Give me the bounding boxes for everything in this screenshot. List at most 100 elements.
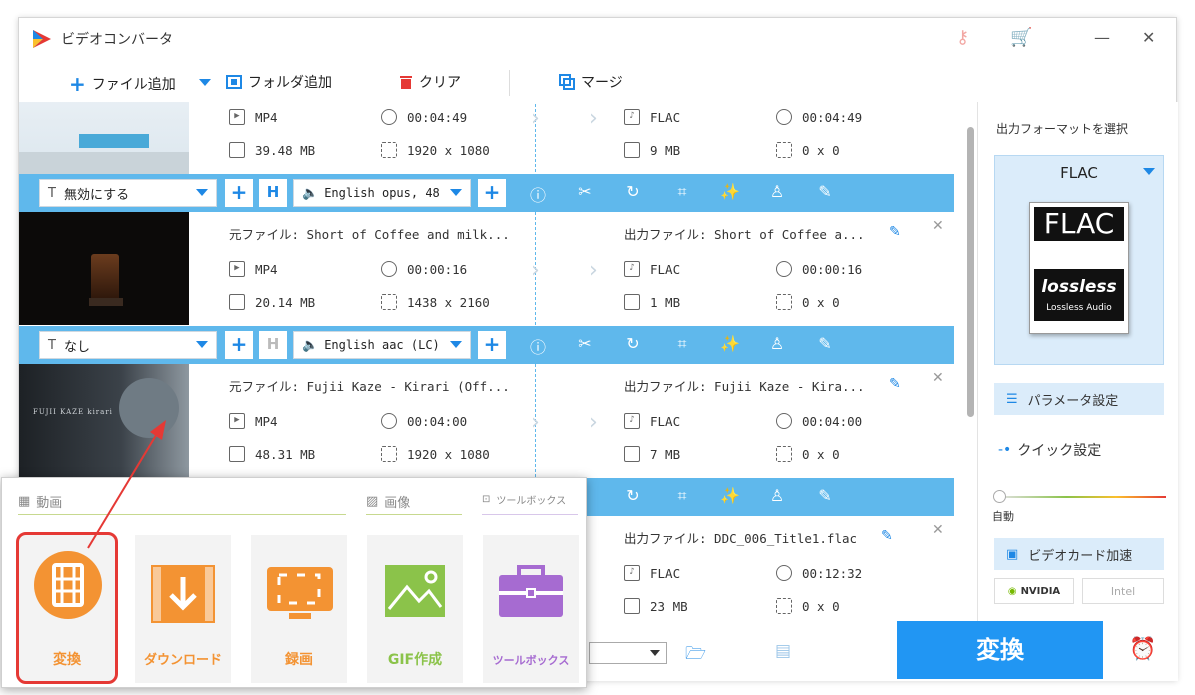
speaker-icon: 🔈 (302, 185, 319, 201)
effects-wand-icon[interactable]: ✨ (719, 182, 741, 201)
output-settings-panel: 出力フォーマットを選択 FLAC FLAC lossless Lossless … (977, 102, 1178, 621)
remove-file-close-icon[interactable]: ✕ (932, 370, 944, 386)
folder-film-icon (226, 75, 242, 89)
edit-icon[interactable]: ✎ (814, 182, 836, 201)
chevron-down-icon (450, 189, 462, 196)
remove-file-close-icon[interactable]: ✕ (932, 218, 944, 234)
open-folder-icon[interactable]: 🗁 (685, 641, 706, 670)
file-list-scrollbar[interactable] (963, 102, 977, 621)
nvidia-eye-icon: ◉ (1007, 585, 1017, 597)
source-resolution: 1920 x 1080 (381, 446, 490, 462)
watermark-stamp-icon[interactable]: ♙ (766, 334, 788, 353)
chevron-right-icon: › (589, 106, 598, 131)
info-icon[interactable]: ⓘ (527, 182, 549, 206)
hevc-settings-button[interactable]: H (259, 179, 287, 207)
tile-toolbox[interactable]: ツールボックス (483, 535, 579, 683)
add-file-button[interactable]: + ファイル追加 (69, 72, 176, 96)
tile-convert[interactable]: 変換 (16, 532, 118, 684)
crop-icon[interactable]: ⌗ (671, 486, 693, 506)
clock-icon (381, 109, 397, 125)
rotate-icon[interactable]: ↻ (622, 334, 644, 353)
effects-wand-icon[interactable]: ✨ (719, 486, 741, 505)
row-control-bar: T 無効にする + H 🔈 English opus, 48 + ⓘ ✂ ↻ ⌗ ✨… (19, 174, 954, 212)
output-duration: 00:04:00 (776, 413, 862, 429)
edit-icon[interactable]: ✎ (814, 334, 836, 353)
add-audio-button[interactable]: + (478, 331, 506, 359)
close-window-button[interactable]: ✕ (1142, 28, 1155, 47)
clear-button[interactable]: クリア (399, 72, 461, 92)
source-filename: 元ファイル: Fujii Kaze - Kirari (Off... (229, 379, 510, 394)
source-size: 39.48 MB (229, 142, 315, 158)
intel-option[interactable]: Intel (1082, 578, 1164, 604)
chevron-down-icon (196, 341, 208, 348)
add-audio-button[interactable]: + (478, 179, 506, 207)
plus-icon: + (69, 72, 86, 96)
quality-slider-label: 自動 (992, 510, 1014, 523)
add-subtitle-button[interactable]: + (225, 331, 253, 359)
hevc-settings-button[interactable]: H (259, 331, 287, 359)
file-row[interactable]: ▶ MP4 00:04:49 39.48 MB 1920 x 1080 › › ♪… (19, 102, 954, 177)
edit-icon[interactable]: ✎ (814, 486, 836, 505)
audio-track-select[interactable]: 🔈 English opus, 48 (293, 179, 471, 207)
merge-button[interactable]: マージ (559, 72, 623, 92)
chevron-down-icon (450, 341, 462, 348)
file-row[interactable]: FUJII KAZE kirari 元ファイル: Fujii Kaze - Ki… (19, 364, 954, 477)
output-files-icon[interactable]: ▤ (775, 641, 791, 661)
text-icon: T (48, 185, 56, 201)
audio-file-icon: ♪ (624, 261, 640, 277)
resolution-icon (381, 142, 397, 158)
video-thumbnail: FUJII KAZE kirari (19, 364, 189, 477)
alarm-clock-icon[interactable]: ⏰ (1129, 637, 1156, 662)
gpu-acceleration-toggle[interactable]: ▣ ビデオカード加速 (994, 538, 1164, 570)
rotate-icon[interactable]: ↻ (622, 182, 644, 201)
crop-icon[interactable]: ⌗ (671, 182, 693, 202)
rotate-icon[interactable]: ↻ (622, 486, 644, 505)
source-duration: 00:04:00 (381, 413, 467, 429)
scrollbar-thumb[interactable] (967, 127, 974, 417)
resolution-icon (776, 142, 792, 158)
edit-filename-pencil-icon[interactable]: ✎ (889, 376, 901, 392)
edit-filename-pencil-icon[interactable]: ✎ (889, 224, 901, 240)
source-duration: 00:04:49 (381, 109, 467, 125)
convert-button[interactable]: 変換 (897, 621, 1103, 679)
crop-icon[interactable]: ⌗ (671, 334, 693, 354)
tile-gif-label: GIF作成 (387, 652, 443, 668)
subtitle-select[interactable]: T 無効にする (39, 179, 217, 207)
effects-wand-icon[interactable]: ✨ (719, 334, 741, 353)
scissors-icon[interactable]: ✂ (574, 334, 596, 353)
lossless-badge: lossless Lossless Audio (1034, 269, 1124, 321)
chip-icon: ▣ (1006, 546, 1019, 562)
quality-slider-track[interactable] (1000, 496, 1166, 498)
edit-filename-pencil-icon[interactable]: ✎ (881, 528, 893, 544)
tile-gif[interactable]: GIF作成 (367, 535, 463, 683)
audio-track-select[interactable]: 🔈 English aac (LC) (293, 331, 471, 359)
add-subtitle-button[interactable]: + (225, 179, 253, 207)
minimize-button[interactable]: — (1094, 28, 1110, 47)
output-format-selector[interactable]: FLAC FLAC lossless Lossless Audio (994, 155, 1164, 365)
subtitle-select[interactable]: T なし (39, 331, 217, 359)
section-toolbox: ⊡ ツールボックス (482, 492, 578, 515)
add-file-label: ファイル追加 (91, 77, 176, 93)
output-duration: 00:00:16 (776, 261, 862, 277)
nvidia-option[interactable]: ◉ NVIDIA (994, 578, 1074, 604)
sliders-icon: ☰ (1006, 391, 1018, 407)
scissors-icon[interactable]: ✂ (574, 182, 596, 201)
watermark-stamp-icon[interactable]: ♙ (766, 182, 788, 201)
tile-download-label: ダウンロード (143, 653, 222, 668)
tile-download[interactable]: ダウンロード (135, 535, 231, 683)
cart-icon[interactable]: 🛒 (1010, 27, 1032, 48)
remove-file-close-icon[interactable]: ✕ (932, 522, 944, 538)
chevron-down-icon (650, 650, 660, 656)
output-folder-select[interactable] (589, 642, 667, 664)
tile-record[interactable]: 録画 (251, 535, 347, 683)
file-row[interactable]: 元ファイル: Short of Coffee and milk... ▶ MP4 … (19, 212, 954, 325)
file-size-icon (229, 294, 245, 310)
add-folder-button[interactable]: フォルダ追加 (226, 72, 332, 92)
add-file-dropdown-icon[interactable] (199, 79, 211, 86)
info-icon[interactable]: ⓘ (527, 334, 549, 358)
parameter-settings-button[interactable]: ☰ パラメータ設定 (994, 383, 1164, 415)
quality-slider-handle[interactable] (993, 490, 1006, 503)
watermark-stamp-icon[interactable]: ♙ (766, 486, 788, 505)
thumbnail-glass (91, 254, 119, 302)
key-icon[interactable]: ⚷ (956, 27, 969, 48)
